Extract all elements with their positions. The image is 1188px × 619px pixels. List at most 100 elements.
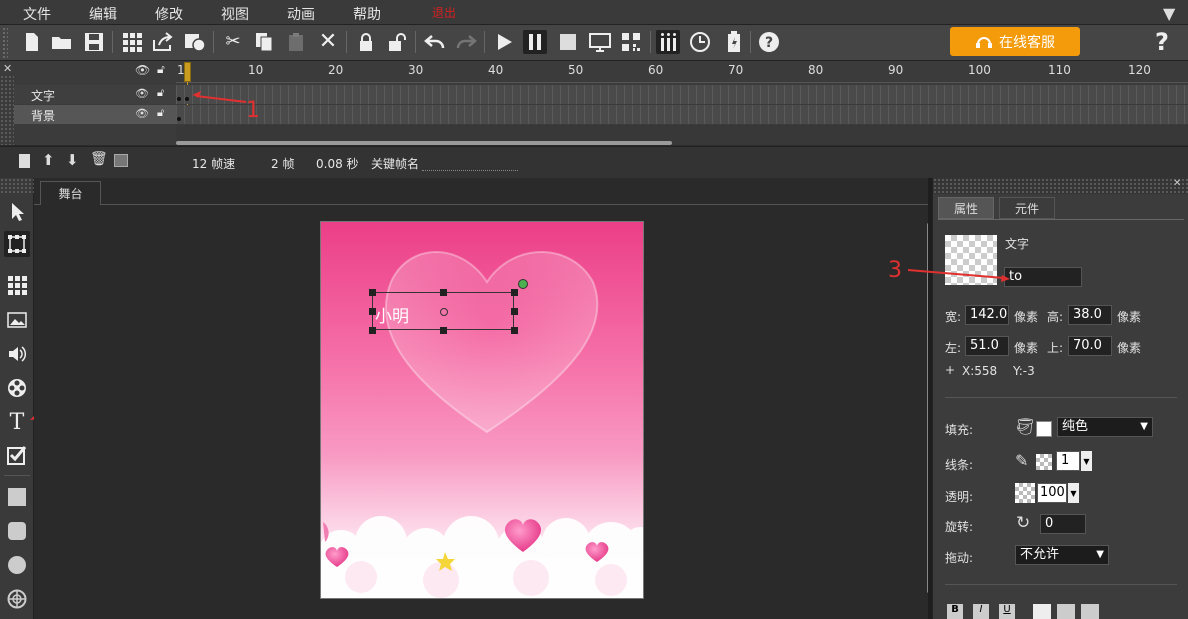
paint-bucket-icon[interactable]: 🪣︎ bbox=[1015, 417, 1035, 436]
add-layer-icon[interactable] bbox=[19, 154, 30, 168]
align-left-icon[interactable] bbox=[1033, 604, 1051, 619]
menu-exit[interactable]: 退出 bbox=[432, 4, 456, 21]
keyframe-dot[interactable] bbox=[177, 97, 181, 101]
text-tool-icon[interactable]: T bbox=[4, 409, 30, 435]
menu-animation[interactable]: 动画 bbox=[287, 4, 315, 24]
resize-handle[interactable] bbox=[369, 289, 376, 296]
lock-header-icon[interactable]: 🔓︎ bbox=[157, 62, 165, 77]
timeline-scrollbar[interactable] bbox=[176, 141, 672, 145]
layer-eye-icon[interactable]: 👁 bbox=[135, 107, 149, 120]
keyframe-dot[interactable] bbox=[177, 117, 181, 121]
pencil-icon[interactable]: ✎ bbox=[1015, 451, 1028, 470]
sound-tool-icon[interactable] bbox=[4, 341, 30, 367]
trash-icon[interactable]: 🗑︎ bbox=[90, 151, 108, 167]
move-up-icon[interactable]: ⬆ bbox=[42, 151, 55, 169]
duplicate-layer-icon[interactable] bbox=[114, 154, 128, 167]
new-icon[interactable] bbox=[20, 30, 44, 54]
video-tool-icon[interactable] bbox=[4, 375, 30, 401]
resize-handle[interactable] bbox=[440, 289, 447, 296]
underline-icon[interactable]: U bbox=[999, 604, 1015, 619]
menu-file[interactable]: 文件 bbox=[23, 4, 51, 24]
grid-icon[interactable] bbox=[120, 30, 144, 54]
stroke-width-input[interactable]: 1 bbox=[1056, 451, 1080, 471]
menu-modify[interactable]: 修改 bbox=[155, 4, 183, 24]
width-input[interactable]: 142.0 bbox=[965, 305, 1009, 325]
keyframe-dot[interactable] bbox=[185, 97, 189, 101]
layer-frames-background[interactable] bbox=[176, 105, 1188, 124]
undo-icon[interactable] bbox=[423, 30, 447, 54]
resize-handle[interactable] bbox=[511, 289, 518, 296]
cut-icon[interactable]: ✂ bbox=[221, 30, 245, 54]
layer-eye-icon[interactable]: 👁 bbox=[135, 87, 149, 100]
opacity-dropdown-icon[interactable]: ▼ bbox=[1068, 483, 1079, 503]
close-props-icon[interactable]: ✕ bbox=[1173, 178, 1181, 189]
resize-handle[interactable] bbox=[369, 327, 376, 334]
resize-handle[interactable] bbox=[511, 308, 518, 315]
rounded-rect-tool-icon[interactable] bbox=[4, 518, 30, 544]
object-name-input[interactable]: to bbox=[1004, 267, 1082, 287]
paste-icon[interactable] bbox=[284, 30, 308, 54]
bold-icon[interactable]: B bbox=[947, 604, 963, 619]
frames-icon[interactable] bbox=[656, 30, 680, 54]
qrcode-icon[interactable] bbox=[619, 30, 643, 54]
menu-help[interactable]: 帮助 bbox=[353, 4, 381, 24]
grid-tool-icon[interactable] bbox=[4, 272, 30, 298]
top-input[interactable]: 70.0 bbox=[1068, 336, 1112, 356]
align-right-icon[interactable] bbox=[1081, 604, 1099, 619]
stop-icon[interactable] bbox=[556, 30, 580, 54]
play-icon[interactable] bbox=[492, 30, 516, 54]
collapse-triangle-icon[interactable]: ▼ bbox=[1163, 4, 1175, 23]
layer-lock-icon[interactable]: 🔓︎ bbox=[157, 106, 164, 120]
shape-icon[interactable] bbox=[183, 30, 207, 54]
polygon-tool-icon[interactable] bbox=[4, 586, 30, 612]
open-icon[interactable] bbox=[50, 30, 74, 54]
checkbox-tool-icon[interactable] bbox=[4, 442, 30, 468]
stroke-color-swatch[interactable] bbox=[1036, 454, 1052, 470]
redo-icon[interactable] bbox=[454, 30, 478, 54]
italic-icon[interactable]: I bbox=[973, 604, 989, 619]
move-down-icon[interactable]: ⬇ bbox=[66, 151, 79, 169]
eye-header-icon[interactable]: 👁 bbox=[135, 63, 150, 77]
resize-handle[interactable] bbox=[511, 327, 518, 334]
height-input[interactable]: 38.0 bbox=[1068, 305, 1112, 325]
layer-lock-icon[interactable]: 🔓︎ bbox=[157, 86, 164, 100]
stage-canvas[interactable]: 小明 bbox=[320, 221, 644, 599]
tab-components[interactable]: 元件 bbox=[999, 197, 1055, 219]
battery-icon[interactable] bbox=[722, 30, 746, 54]
fill-mode-select[interactable]: 纯色 ▼ bbox=[1057, 417, 1153, 437]
left-input[interactable]: 51.0 bbox=[965, 336, 1009, 356]
save-icon[interactable] bbox=[82, 30, 106, 54]
resize-handle[interactable] bbox=[369, 308, 376, 315]
share-icon[interactable] bbox=[151, 30, 175, 54]
preview-icon[interactable] bbox=[588, 30, 612, 54]
resize-handle[interactable] bbox=[440, 327, 447, 334]
rotate-handle[interactable] bbox=[518, 279, 528, 289]
drag-select[interactable]: 不允许 ▼ bbox=[1015, 545, 1109, 565]
select-arrow-icon[interactable] bbox=[4, 199, 30, 225]
menu-edit[interactable]: 编辑 bbox=[89, 4, 117, 24]
circle-tool-icon[interactable] bbox=[4, 552, 30, 578]
layer-row-background[interactable]: 背景 👁 🔓︎ bbox=[14, 105, 176, 124]
layer-frames-text[interactable] bbox=[176, 85, 1188, 104]
menu-view[interactable]: 视图 bbox=[221, 4, 249, 24]
help-icon[interactable]: ? bbox=[757, 30, 781, 54]
clock-icon[interactable] bbox=[688, 30, 712, 54]
image-tool-icon[interactable] bbox=[4, 307, 30, 333]
rotate-input[interactable]: 0 bbox=[1040, 514, 1086, 534]
online-service-button[interactable]: 在线客服 bbox=[950, 27, 1080, 56]
transform-tool-icon[interactable] bbox=[4, 231, 30, 257]
lock-icon[interactable] bbox=[354, 30, 378, 54]
tab-stage[interactable]: 舞台 bbox=[40, 181, 101, 205]
tab-properties[interactable]: 属性 bbox=[938, 197, 994, 219]
opacity-input[interactable]: 100 bbox=[1037, 483, 1067, 503]
fill-color-swatch[interactable] bbox=[1036, 421, 1052, 437]
pivot-point[interactable] bbox=[440, 308, 448, 316]
layer-row-text[interactable]: 文字 👁 🔓︎ bbox=[14, 85, 176, 104]
playhead[interactable] bbox=[184, 62, 191, 82]
keyframe-name-input[interactable] bbox=[422, 153, 518, 171]
help-right-icon[interactable]: ? bbox=[1155, 28, 1169, 56]
close-timeline-icon[interactable]: ✕ bbox=[3, 62, 12, 75]
stroke-dropdown-icon[interactable]: ▼ bbox=[1081, 451, 1092, 471]
unlock-icon[interactable] bbox=[385, 30, 409, 54]
align-center-icon[interactable] bbox=[1057, 604, 1075, 619]
